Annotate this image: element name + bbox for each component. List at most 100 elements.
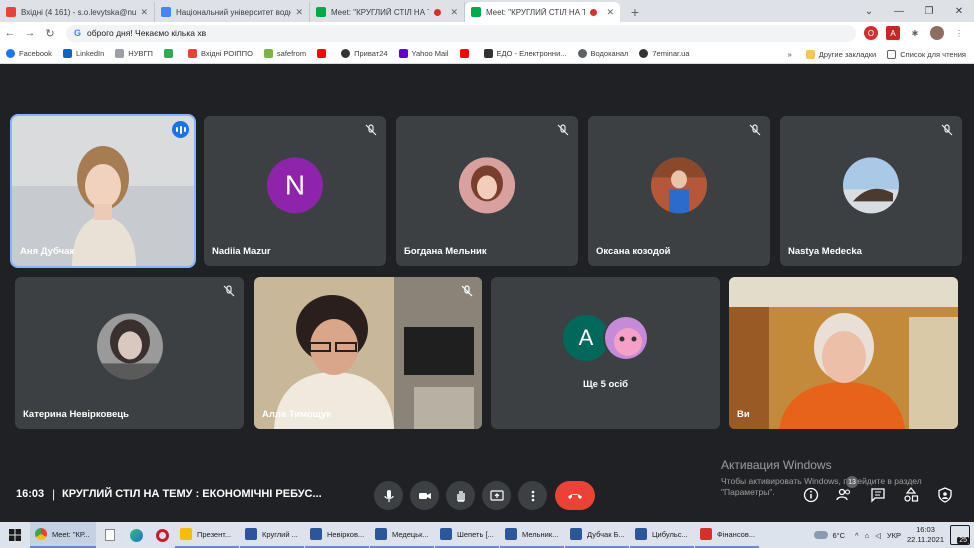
taskbar-app-word-2[interactable]: Невірков...	[305, 522, 369, 548]
chevron-up-icon[interactable]: ^	[855, 531, 859, 540]
meeting-title[interactable]: КРУГЛИЙ СТІЛ НА ТЕМУ : ЕКОНОМІЧНІ РЕБУС.…	[62, 488, 322, 500]
close-icon[interactable]: ✕	[606, 7, 614, 18]
notifications-count: 25	[957, 537, 969, 544]
close-icon[interactable]: ✕	[450, 7, 458, 18]
mic-off-icon	[461, 285, 473, 297]
taskbar-app-word-1[interactable]: Круглий ...	[240, 522, 304, 548]
tab-gmail[interactable]: Вхідні (4 161) - s.o.levytska@nuwm.edu.u…	[0, 2, 155, 22]
more-options-button[interactable]	[518, 481, 547, 510]
reading-list[interactable]: Список для чтения	[887, 49, 966, 59]
forward-icon[interactable]: →	[20, 27, 40, 39]
bookmarks-bar: Facebook LinkedIn НУВГП Вхідні РОІППО sa…	[0, 44, 974, 64]
bookmark-nuvgp[interactable]: НУВГП	[115, 49, 153, 58]
network-icon[interactable]: ⌂	[865, 531, 870, 540]
participant-tile-kateryna[interactable]: Катерина Невірковець	[15, 277, 244, 429]
tab-title: Meet: "КРУГЛИЙ СТІЛ НА ТЕМУ	[486, 7, 586, 17]
meet-icon	[316, 7, 326, 17]
tab-meet-2[interactable]: Meet: "КРУГЛИЙ СТІЛ НА ТЕМУ ✕	[465, 2, 620, 22]
participant-tile-self[interactable]: Ви	[729, 277, 958, 429]
cloud-icon[interactable]	[814, 531, 829, 539]
taskbar-app-word-4[interactable]: Шепеть [...	[435, 522, 499, 548]
taskbar-app-chrome[interactable]: Meet: "КР...	[30, 522, 96, 548]
taskbar-app-presentation[interactable]: Презент...	[175, 522, 239, 548]
microphone-button[interactable]	[374, 481, 403, 510]
participant-tile-nadiia[interactable]: N Nadiia Mazur	[204, 116, 386, 266]
bookmark-youtube-1[interactable]	[317, 49, 330, 58]
speaking-indicator-icon	[172, 121, 189, 138]
word-icon	[440, 528, 452, 540]
bookmark-facebook[interactable]: Facebook	[6, 49, 52, 58]
extensions-icon[interactable]: ✱	[908, 26, 922, 40]
start-button[interactable]	[0, 522, 30, 548]
close-window-icon[interactable]: ✕	[944, 0, 974, 22]
bookmark-privat24[interactable]: Приват24	[341, 49, 388, 58]
raise-hand-button[interactable]	[446, 481, 475, 510]
participant-tile-alla[interactable]: Алла Тимощук	[254, 277, 482, 429]
tab-university[interactable]: Національний університет водного господа…	[155, 2, 310, 22]
bookmark-edo[interactable]: ЕДО - Електронни...	[483, 49, 567, 58]
present-screen-button[interactable]	[482, 481, 511, 510]
clock-date: 22.11.2021	[907, 535, 944, 544]
bookmark-label: safefrom	[276, 49, 307, 58]
close-icon[interactable]: ✕	[140, 7, 148, 18]
reload-icon[interactable]: ↻	[40, 27, 60, 40]
taskbar-edge[interactable]	[123, 522, 149, 548]
bookmarks-overflow-button[interactable]: »	[788, 50, 792, 59]
host-controls-button[interactable]	[935, 485, 955, 505]
taskbar-file[interactable]	[97, 522, 123, 548]
taskbar-app-label: Фінансов...	[717, 529, 756, 539]
bookmark-linkedin[interactable]: LinkedIn	[62, 49, 104, 58]
clock-time: 16:03	[916, 525, 935, 534]
bookmark-graduation[interactable]	[163, 49, 177, 58]
camera-button[interactable]	[410, 481, 439, 510]
bookmark-roippo[interactable]: Вхідні РОІППО	[187, 49, 253, 58]
chevron-down-icon[interactable]: ⌄	[854, 0, 884, 22]
notifications-icon[interactable]: 25	[950, 525, 970, 545]
chat-button[interactable]	[868, 485, 888, 505]
address-bar[interactable]: G оброго дня! Чекаємо кілька хв	[66, 24, 856, 42]
taskbar-opera[interactable]	[149, 522, 175, 548]
restore-icon[interactable]: ❐	[914, 0, 944, 22]
windows-icon	[9, 529, 21, 541]
clock[interactable]: 16:03 22.11.2021	[907, 525, 944, 545]
bookmark-youtube-2[interactable]	[459, 49, 473, 58]
activities-button[interactable]	[901, 485, 921, 505]
menu-icon[interactable]: ⋮	[952, 26, 966, 40]
leave-call-button[interactable]	[555, 481, 595, 510]
taskbar-app-label: Цибульс...	[652, 529, 688, 539]
participant-tile-nastya[interactable]: Nastya Medecka	[780, 116, 962, 266]
weather-text[interactable]: 6°C	[832, 531, 845, 540]
pdf-icon	[700, 528, 712, 540]
opera-extension-icon[interactable]: O	[864, 26, 878, 40]
taskbar-app-word-3[interactable]: Медецьк...	[370, 522, 434, 548]
participants-button[interactable]	[834, 485, 854, 505]
close-icon[interactable]: ✕	[295, 7, 303, 18]
window-controls: ⌄ — ❐ ✕	[854, 0, 974, 22]
taskbar-app-word-7[interactable]: Цибульс...	[630, 522, 694, 548]
taskbar-app-word-6[interactable]: Дубчак Б...	[565, 522, 629, 548]
bookmark-vodokanal[interactable]: Водоканал	[577, 49, 628, 58]
minimize-icon[interactable]: —	[884, 0, 914, 22]
taskbar-app-label: Шепеть [...	[457, 529, 494, 539]
back-icon[interactable]: ←	[0, 27, 20, 39]
other-bookmarks[interactable]: Другие закладки	[805, 49, 876, 59]
meeting-details-button[interactable]	[801, 485, 821, 505]
participant-tile-anya[interactable]: Аня Дубчак	[10, 114, 196, 268]
taskbar-app-word-5[interactable]: Мельник...	[500, 522, 564, 548]
profile-avatar[interactable]	[930, 26, 944, 40]
bookmark-yahoo[interactable]: Yahoo Mail	[398, 49, 449, 58]
participant-tile-bohdana[interactable]: Богдана Мельник	[396, 116, 578, 266]
tab-meet-1[interactable]: Meet: "КРУГЛИЙ СТІЛ НА ТЕМУ ✕	[310, 2, 465, 22]
bookmark-safefrom[interactable]: safefrom	[263, 49, 307, 58]
linkedin-icon	[62, 49, 72, 58]
volume-icon[interactable]: ◁	[875, 531, 881, 540]
word-icon	[635, 528, 647, 540]
taskbar-app-pdf[interactable]: Фінансов...	[695, 522, 759, 548]
pdf-extension-icon[interactable]: A	[886, 26, 900, 40]
more-participants-tile[interactable]: A Ще 5 осіб	[491, 277, 720, 429]
bookmark-7eminar[interactable]: 7eminar.ua	[639, 49, 690, 58]
taskbar-app-label: Meet: "КР...	[52, 529, 90, 539]
language-indicator[interactable]: УКР	[887, 531, 901, 540]
participant-tile-oksana[interactable]: Оксана козодой	[588, 116, 770, 266]
new-tab-button[interactable]: +	[624, 2, 646, 22]
